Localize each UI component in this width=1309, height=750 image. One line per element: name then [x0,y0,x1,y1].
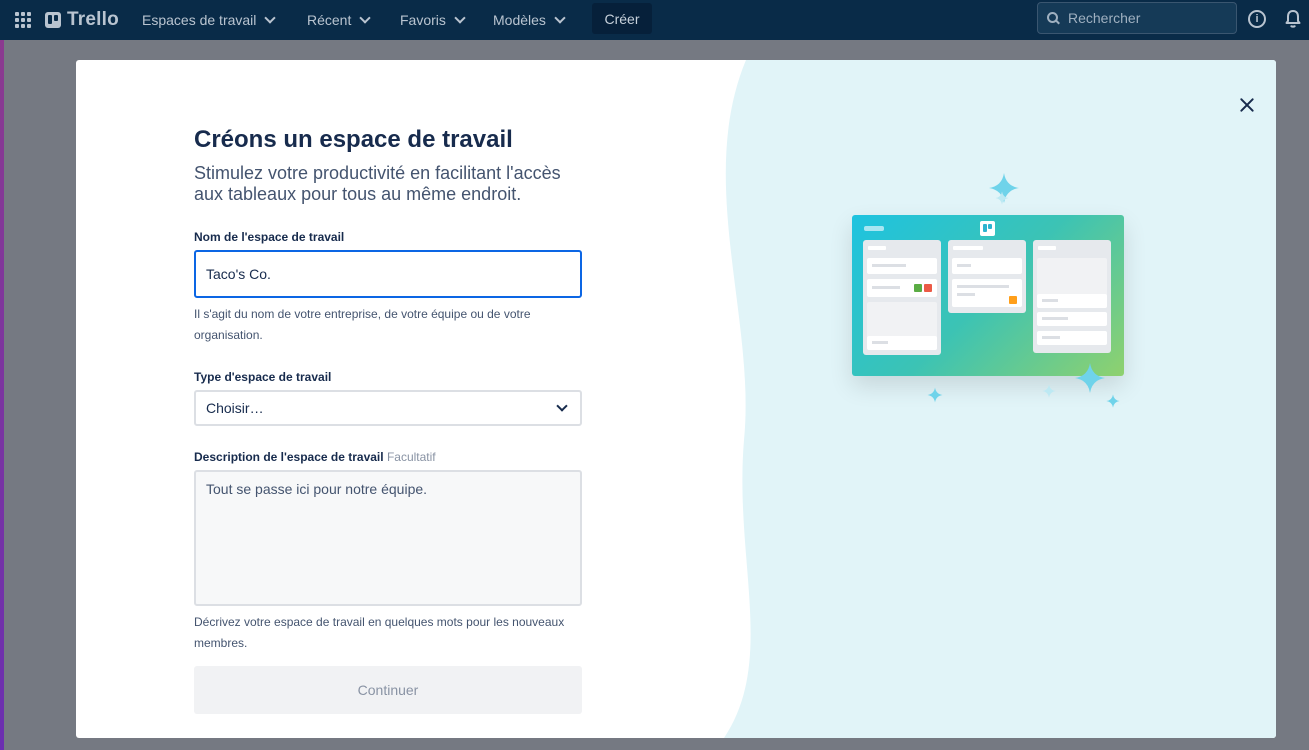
workspace-type-value: Choisir… [206,400,264,416]
sparkle-icon [927,387,943,403]
chevron-down-icon [556,400,568,412]
workspace-name-help: Il s'agit du nom de votre entreprise, de… [194,307,531,342]
chevron-down-icon [359,12,372,24]
nav-recent[interactable]: Récent [307,0,372,40]
nav-label: Récent [307,12,352,28]
top-navigation-bar: Trello Espaces de travail Récent Favoris… [0,0,1309,40]
chevron-down-icon [264,12,277,24]
nav-label: Modèles [493,12,546,28]
apps-grid-icon[interactable] [15,12,31,28]
trello-logo-icon [45,12,61,28]
illustration-panel [724,60,1276,738]
description-placeholder: Tout se passe ici pour notre équipe. [206,481,428,497]
search-icon [1046,11,1060,25]
modal-title: Créons un espace de travail [194,126,513,153]
chevron-down-icon [454,12,466,24]
workspace-description-help: Décrivez votre espace de travail en quel… [194,615,565,650]
create-button[interactable]: Créer [592,3,652,34]
search-placeholder: Rechercher [1068,10,1141,26]
board-edge [0,40,4,750]
workspace-type-select[interactable]: Choisir… [194,390,582,426]
nav-templates[interactable]: Modèles [493,0,566,40]
sparkle-icon [1042,384,1056,398]
nav-favorites[interactable]: Favoris [400,0,466,40]
board-illustration [852,215,1124,376]
chevron-down-icon [554,12,566,24]
description-label-text: Description de l'espace de travail [194,450,384,464]
nav-label: Favoris [400,12,446,28]
info-icon[interactable]: i [1248,10,1266,28]
bell-icon[interactable] [1285,9,1301,29]
sparkle-icon [1106,394,1120,408]
workspace-name-value: Taco's Co. [206,266,271,282]
workspace-name-input[interactable]: Taco's Co. [194,250,582,298]
workspace-description-textarea[interactable]: Tout se passe ici pour notre équipe. [194,470,582,606]
workspace-type-label: Type d'espace de travail [194,370,332,384]
close-icon[interactable] [1236,94,1258,116]
continue-button[interactable]: Continuer [194,666,582,714]
sparkle-icon [995,191,1009,205]
workspace-description-label: Description de l'espace de travail Facul… [194,450,436,464]
logo-text: Trello [67,9,119,30]
optional-tag: Facultatif [386,450,436,464]
modal-subtitle: Stimulez votre productivité en facilitan… [194,163,561,204]
trello-board-icon [980,221,995,236]
nav-label: Espaces de travail [142,12,257,28]
create-workspace-modal: Créons un espace de travail Stimulez vot… [76,60,1276,738]
sparkle-icon [1075,363,1105,393]
search-input[interactable]: Rechercher [1037,2,1237,34]
trello-logo[interactable]: Trello [45,9,119,31]
workspace-name-label: Nom de l'espace de travail [194,230,345,244]
nav-workspaces[interactable]: Espaces de travail [142,0,277,40]
